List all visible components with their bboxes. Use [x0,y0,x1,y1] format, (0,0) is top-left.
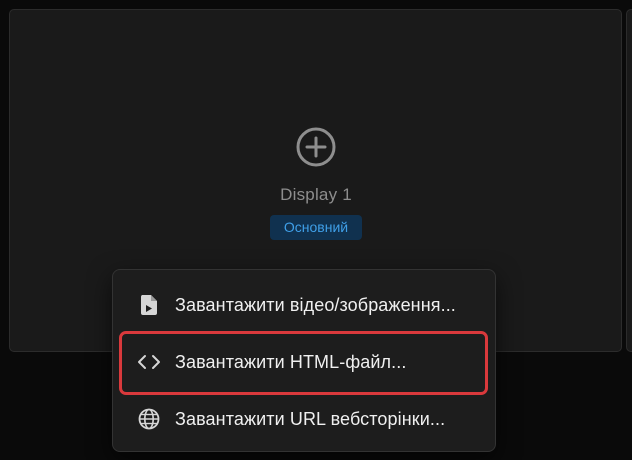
globe-icon [137,407,161,431]
file-media-icon [137,293,161,317]
upload-menu: Завантажити відео/зображення... Завантаж… [112,269,496,452]
code-icon [137,350,161,374]
primary-badge: Основний [270,215,362,240]
menu-item-upload-media[interactable]: Завантажити відео/зображення... [113,277,495,333]
screen: Display 1 Основний Завантажити відео/зоб… [0,0,632,460]
menu-item-label: Завантажити URL вебсторінки... [175,408,446,429]
display-card-partial[interactable] [626,9,632,352]
menu-item-upload-url[interactable]: Завантажити URL вебсторінки... [113,391,495,447]
menu-item-label: Завантажити відео/зображення... [175,294,456,315]
menu-item-label: Завантажити HTML-файл... [175,351,407,372]
plus-circle-icon[interactable] [295,126,337,168]
menu-item-upload-html[interactable]: Завантажити HTML-файл... [113,334,495,390]
display-name: Display 1 [280,185,352,204]
